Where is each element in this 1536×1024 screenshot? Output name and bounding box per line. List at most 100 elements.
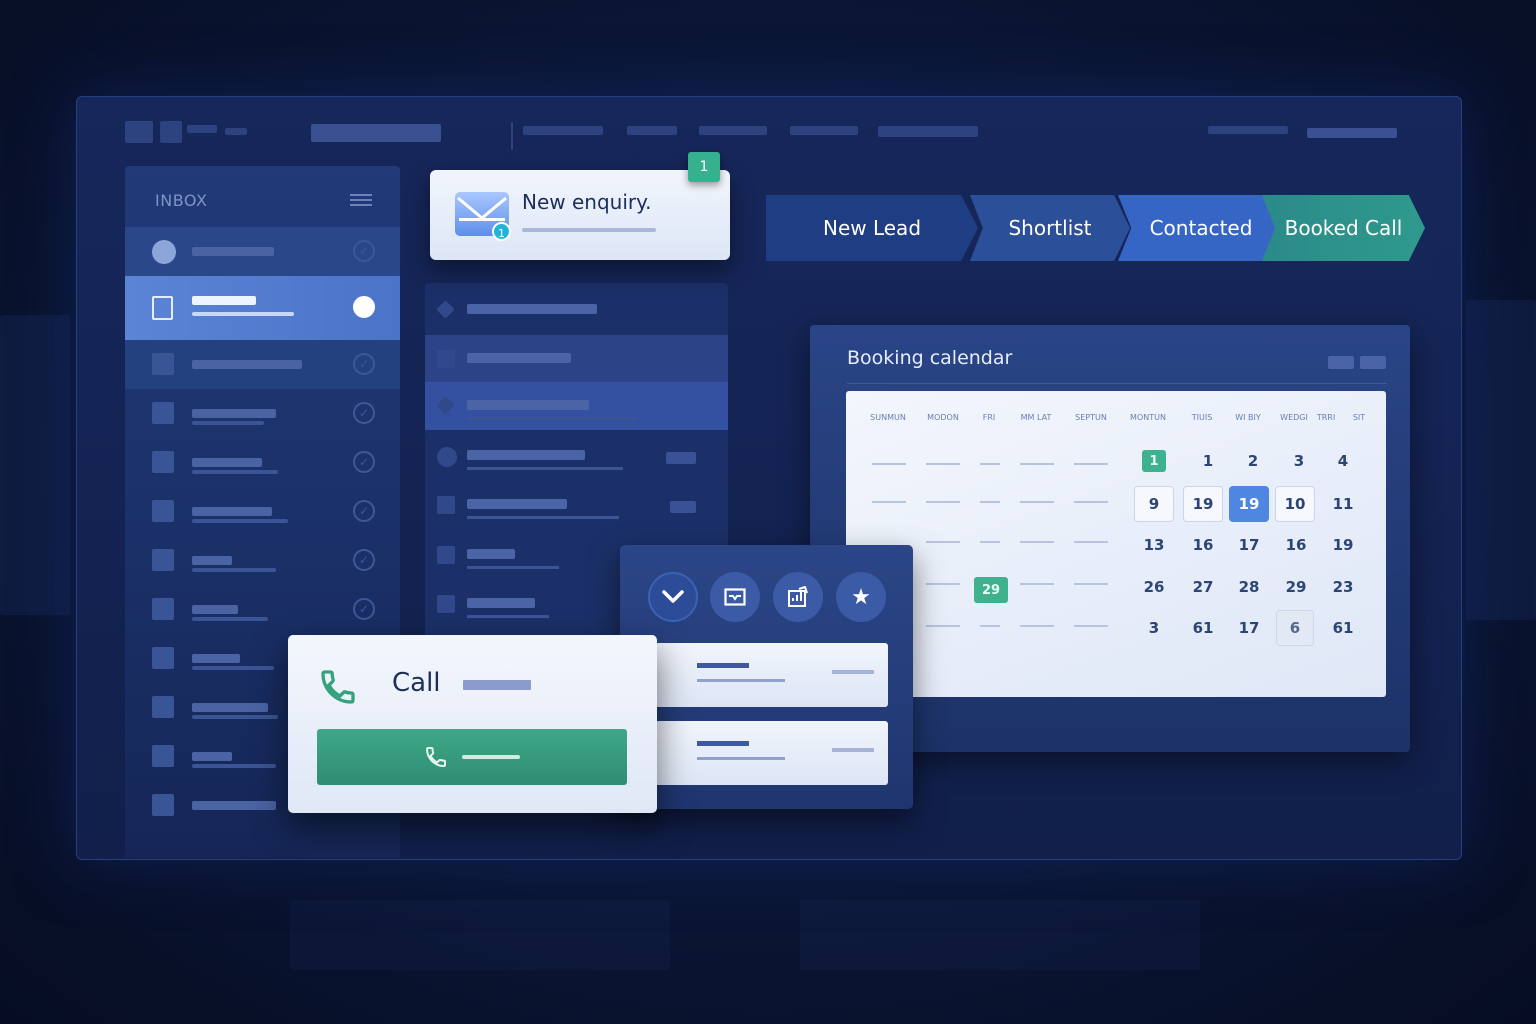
calendar-day[interactable]: 11	[1333, 495, 1354, 513]
calendar-day[interactable]: 6	[1276, 610, 1314, 646]
inbox-icon[interactable]	[710, 572, 760, 622]
calendar-prev-button[interactable]	[1328, 356, 1354, 369]
calendar-day[interactable]: 23	[1333, 578, 1354, 596]
list-line	[467, 304, 597, 314]
inbox-row-selected[interactable]	[125, 276, 400, 340]
button-line	[462, 755, 520, 759]
check-icon[interactable]	[353, 296, 375, 318]
calendar-day[interactable]: 61	[1333, 619, 1354, 637]
list-item[interactable]	[425, 481, 728, 528]
empty-slot	[1020, 463, 1054, 465]
row-line	[192, 360, 302, 369]
calendar-day[interactable]: 2	[1248, 452, 1258, 470]
calendar-day[interactable]: 16	[1286, 536, 1307, 554]
action-list-item[interactable]	[655, 643, 888, 707]
row-line	[192, 312, 294, 316]
search-input[interactable]	[311, 124, 441, 142]
calendar-day[interactable]: 16	[1193, 536, 1214, 554]
weekday-label: WEDGI	[1280, 413, 1308, 422]
topbar-item[interactable]	[1208, 126, 1288, 134]
stage-new-lead[interactable]: New Lead	[766, 195, 978, 261]
calendar-day[interactable]: 28	[1239, 578, 1260, 596]
calendar-day-highlight[interactable]: 29	[974, 577, 1008, 603]
list-item[interactable]	[425, 382, 728, 430]
inbox-row[interactable]: ✓	[125, 487, 400, 536]
topbar-tab[interactable]	[699, 126, 767, 135]
calendar-day[interactable]: 17	[1239, 619, 1260, 637]
list-item[interactable]	[425, 432, 728, 479]
inbox-row[interactable]: ✓	[125, 438, 400, 487]
calendar-day[interactable]: 17	[1239, 536, 1260, 554]
chevron-down-icon[interactable]	[648, 572, 698, 622]
calendar-day[interactable]: 1	[1142, 450, 1166, 472]
weekday-label: SUNMUN	[870, 413, 906, 422]
calendar-day[interactable]: 1	[1203, 452, 1213, 470]
empty-slot	[926, 541, 960, 543]
empty-slot	[926, 625, 960, 627]
weekday-label: WI BIY	[1235, 413, 1261, 422]
document-icon	[152, 296, 173, 320]
inbox-row[interactable]: ✓	[125, 389, 400, 438]
topbar-tab[interactable]	[627, 126, 677, 135]
row-line	[192, 458, 262, 467]
topbar-tab[interactable]	[790, 126, 858, 135]
topbar-item[interactable]	[1307, 128, 1397, 138]
row-line	[192, 752, 232, 761]
quick-actions-panel: ★	[620, 545, 913, 809]
calendar-day[interactable]: 9	[1134, 486, 1174, 522]
empty-slot	[872, 501, 906, 503]
check-icon[interactable]: ✓	[353, 402, 375, 424]
row-icon	[152, 794, 174, 816]
check-icon[interactable]: ✓	[353, 598, 375, 620]
row-line	[192, 654, 240, 663]
inbox-row[interactable]: ✓	[125, 585, 400, 634]
inbox-row[interactable]: ✓	[125, 340, 400, 389]
menu-icon[interactable]	[350, 194, 372, 206]
calendar-day[interactable]: 61	[1193, 619, 1214, 637]
calendar-day[interactable]: 10	[1275, 486, 1315, 522]
topbar-item[interactable]	[225, 128, 247, 135]
weekday-label: MODON	[927, 413, 959, 422]
stage-booked-call[interactable]: Booked Call	[1262, 195, 1425, 261]
calendar-day[interactable]: 4	[1338, 452, 1348, 470]
background-blur-bar	[290, 900, 670, 970]
stage-contacted[interactable]: Contacted	[1118, 195, 1284, 261]
check-icon[interactable]: ✓	[353, 549, 375, 571]
chart-icon[interactable]	[773, 572, 823, 622]
topbar-tab[interactable]	[523, 126, 603, 135]
action-list-item[interactable]	[655, 721, 888, 785]
list-item[interactable]	[425, 335, 728, 382]
inbox-row[interactable]: ✓	[125, 227, 400, 276]
row-icon	[152, 647, 174, 669]
calendar-day[interactable]: 19	[1333, 536, 1354, 554]
calendar-day[interactable]: 3	[1149, 619, 1159, 637]
row-line	[192, 617, 268, 621]
stage-shortlist[interactable]: Shortlist	[970, 195, 1130, 261]
calendar-next-button[interactable]	[1360, 356, 1386, 369]
empty-slot	[926, 583, 960, 585]
calendar-day[interactable]: 19	[1183, 486, 1223, 522]
inbox-row[interactable]: ✓	[125, 536, 400, 585]
check-icon[interactable]: ✓	[353, 240, 375, 262]
new-enquiry-card[interactable]: 1 New enquiry.	[430, 170, 730, 260]
calendar-day-today[interactable]: 19	[1229, 486, 1269, 522]
empty-slot	[1074, 501, 1108, 503]
row-icon	[152, 598, 174, 620]
phone-icon	[318, 667, 358, 707]
calendar-day[interactable]: 27	[1193, 578, 1214, 596]
check-icon[interactable]: ✓	[353, 500, 375, 522]
calendar-day[interactable]: 29	[1286, 578, 1307, 596]
start-call-button[interactable]	[317, 729, 627, 785]
calendar-day[interactable]: 26	[1144, 578, 1165, 596]
star-icon[interactable]: ★	[836, 572, 886, 622]
calendar-day[interactable]: 3	[1294, 452, 1304, 470]
row-line	[192, 470, 278, 474]
list-line	[467, 400, 589, 410]
list-item[interactable]	[425, 286, 728, 333]
list-line	[467, 598, 535, 608]
topbar-item[interactable]	[187, 125, 217, 133]
calendar-day[interactable]: 13	[1144, 536, 1165, 554]
check-icon[interactable]: ✓	[353, 353, 375, 375]
topbar-tab[interactable]	[878, 126, 978, 137]
check-icon[interactable]: ✓	[353, 451, 375, 473]
